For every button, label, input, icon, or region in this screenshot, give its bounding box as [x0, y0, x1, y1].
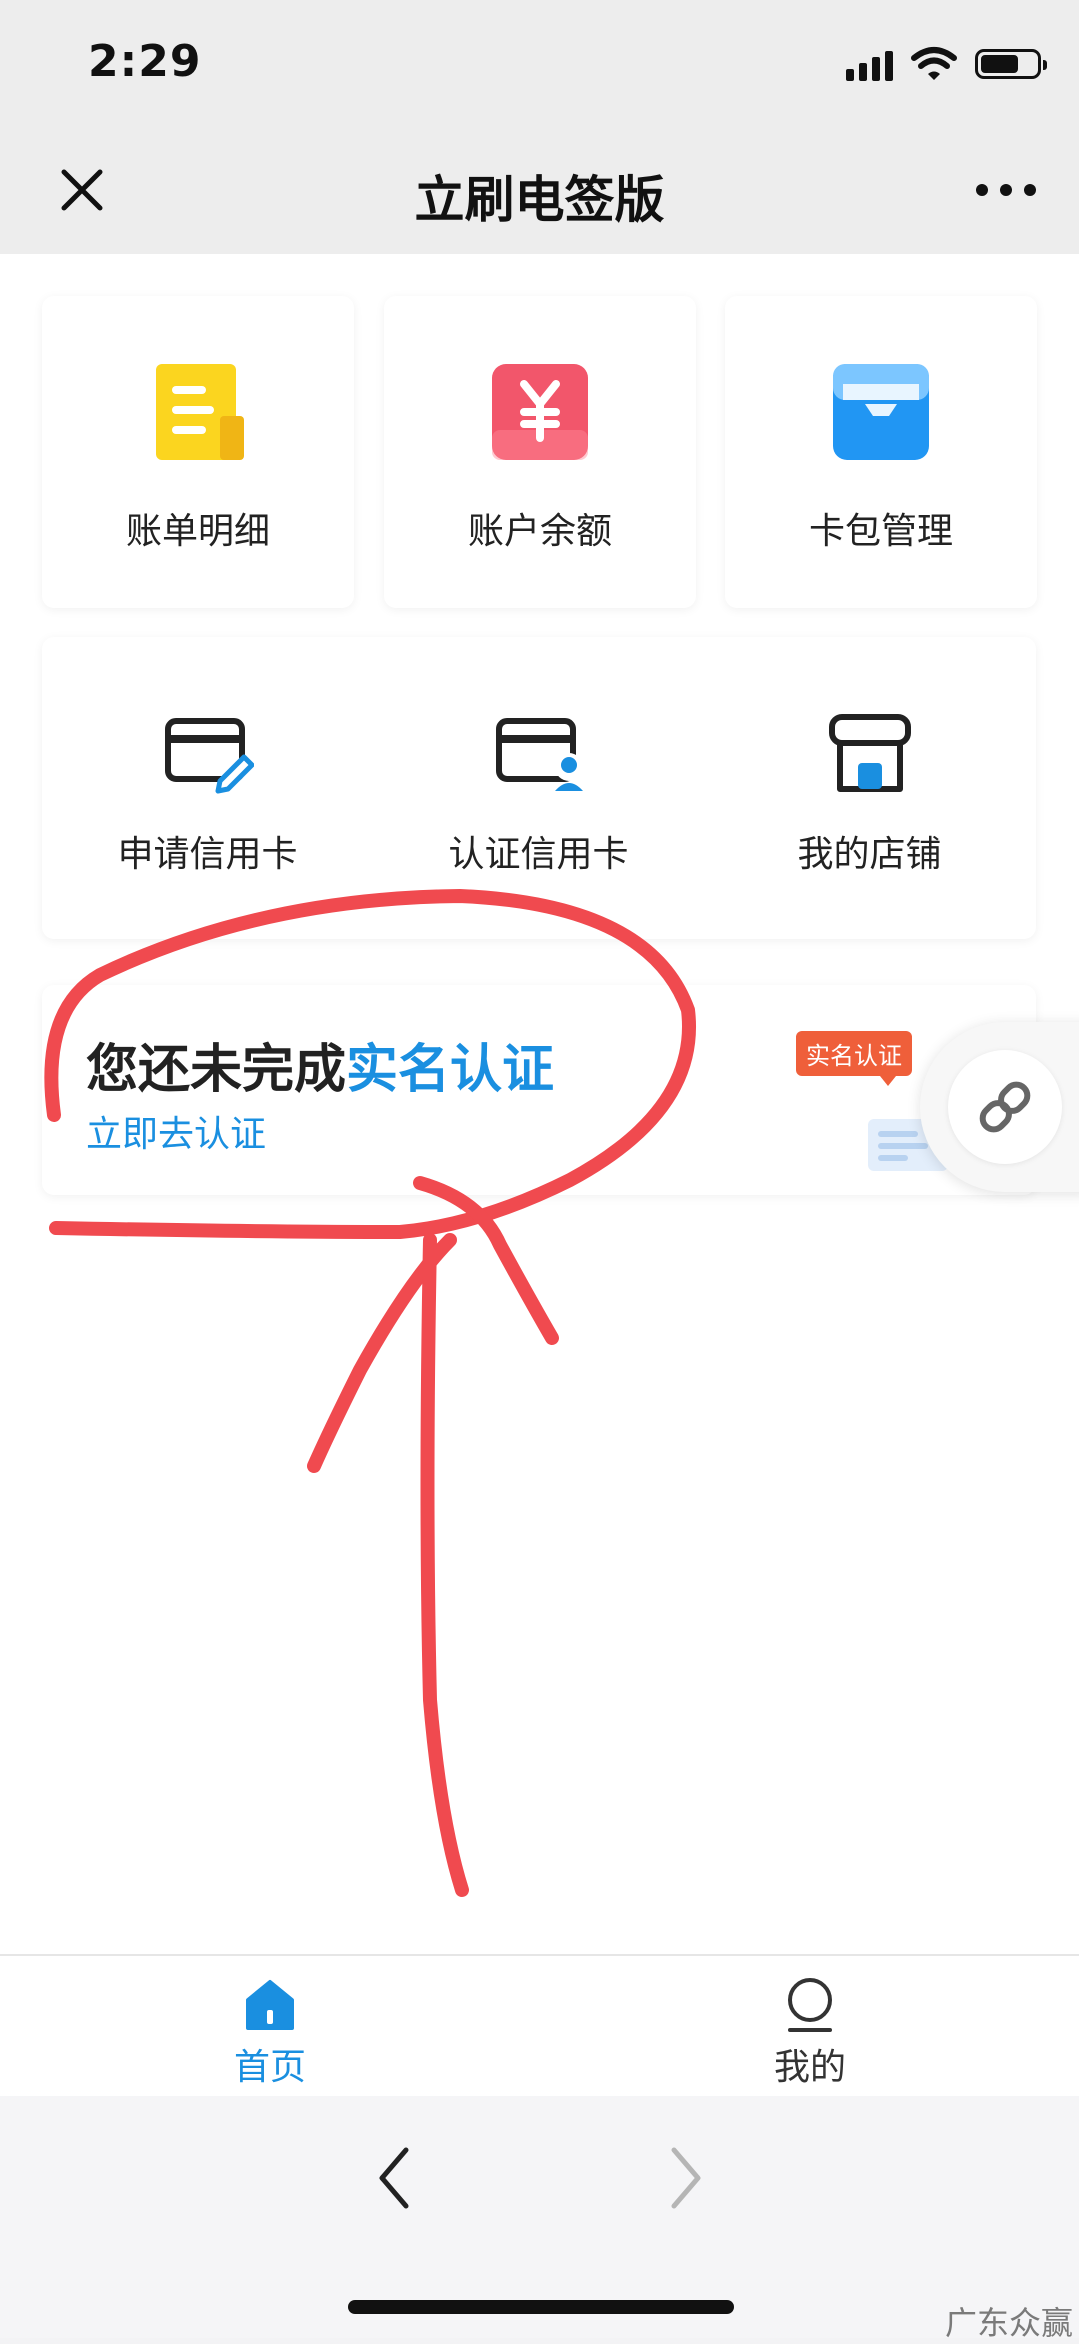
shop-icon: [828, 714, 911, 792]
more-icon[interactable]: [969, 170, 1043, 210]
verify-title-highlight: 实名认证: [346, 1040, 555, 1100]
service-my-shop[interactable]: 我的店铺: [704, 637, 1035, 939]
tab-label: 我的: [773, 2047, 846, 2088]
chevron-right-icon[interactable]: [662, 2140, 708, 2216]
service-label: 我的店铺: [797, 834, 942, 875]
status-icons: [846, 46, 1047, 82]
tile-bill-detail[interactable]: 账单明细: [42, 296, 354, 608]
floating-link-button[interactable]: [920, 1022, 1079, 1192]
verify-badge: 实名认证: [796, 1031, 912, 1086]
verify-now-link[interactable]: 立即去认证: [86, 1105, 266, 1157]
service-label: 认证信用卡: [448, 834, 629, 875]
bill-detail-icon: [156, 364, 244, 460]
profile-icon: [788, 1978, 832, 2032]
nav-bar: 立刷电签版: [0, 130, 1079, 254]
tile-label: 账单明细: [125, 511, 270, 552]
tab-bar: 首页 我的: [0, 1954, 1079, 2098]
home-indicator: [348, 2300, 734, 2314]
verify-title: 您还未完成实名认证: [86, 1027, 554, 1102]
tile-label: 卡包管理: [808, 511, 953, 552]
tab-home[interactable]: 首页: [0, 1956, 540, 2098]
battery-icon: [975, 49, 1047, 79]
service-verify-card[interactable]: 认证信用卡: [373, 637, 704, 939]
page-title: 立刷电签版: [414, 171, 665, 229]
card-apply-icon: [164, 718, 254, 794]
card-verify-icon: [495, 718, 583, 791]
link-icon: [979, 1081, 1031, 1133]
service-apply-card[interactable]: 申请信用卡: [42, 637, 373, 939]
yuan-balance-icon: [492, 364, 588, 460]
tile-label: 账户余额: [467, 511, 612, 552]
tile-card-wallet[interactable]: 卡包管理: [725, 296, 1037, 608]
chevron-left-icon[interactable]: [372, 2140, 418, 2216]
card-wallet-icon: [833, 364, 929, 460]
home-icon: [246, 1980, 294, 2030]
tile-account-balance[interactable]: 账户余额: [384, 296, 696, 608]
verify-banner[interactable]: 您还未完成实名认证 立即去认证 实名认证: [42, 985, 1036, 1195]
status-time: 2:29: [88, 36, 202, 87]
verify-title-prefix: 您还未完成: [86, 1040, 347, 1100]
watermark: 广东众赢: [944, 2304, 1073, 2342]
status-bar: 2:29: [0, 0, 1079, 130]
wifi-icon: [911, 47, 957, 80]
tab-label: 首页: [233, 2047, 306, 2088]
signal-icon: [846, 47, 893, 81]
service-label: 申请信用卡: [117, 834, 298, 875]
services-card: 申请信用卡 认证信用卡 我的店铺: [42, 637, 1036, 939]
tab-mine[interactable]: 我的: [540, 1956, 1079, 2098]
